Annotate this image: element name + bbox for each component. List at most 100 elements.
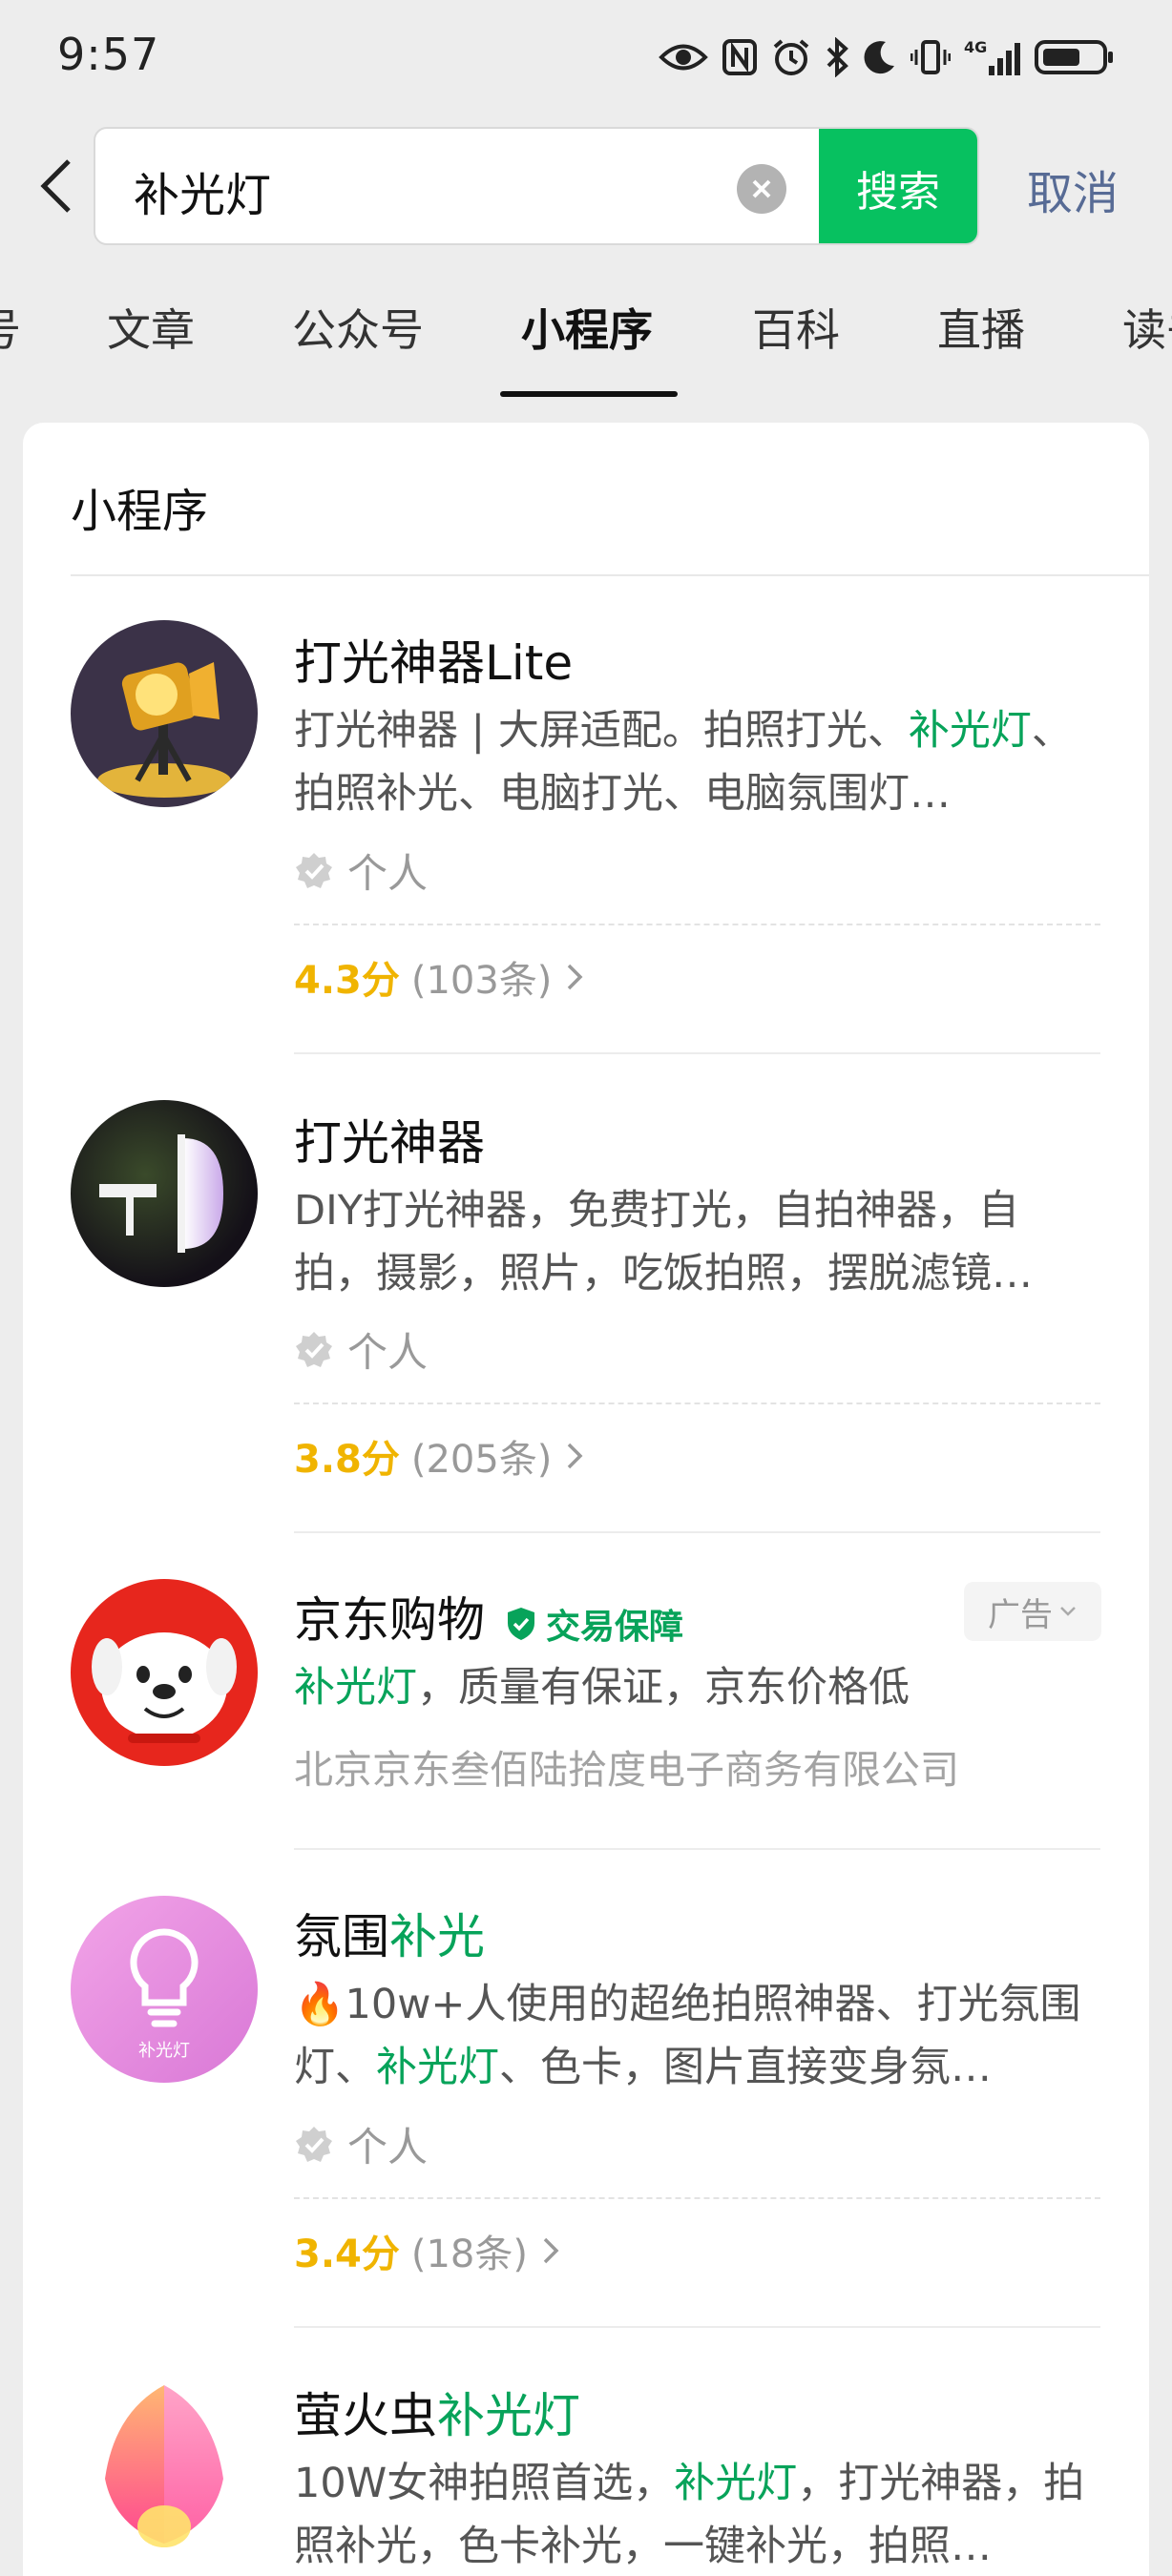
app-name-highlight: 补光 xyxy=(389,1909,485,1964)
svg-text:4G: 4G xyxy=(964,38,987,56)
cancel-button[interactable]: 取消 xyxy=(1027,156,1119,222)
status-bar: 9:57 4G xyxy=(0,0,1172,114)
battery-icon xyxy=(1035,40,1113,74)
signal-4g-icon: 4G xyxy=(964,38,1020,75)
owner-info: 个人 xyxy=(294,841,428,900)
firefly-logo-icon xyxy=(105,2385,223,2547)
app-name[interactable]: 打光神器 xyxy=(294,1105,485,1174)
description-highlight: 补光灯 xyxy=(376,2044,499,2091)
divider xyxy=(294,1052,1100,1054)
description-highlight: 补光灯 xyxy=(674,2460,798,2507)
app-avatar: 补光灯 xyxy=(71,1896,258,2083)
bluetooth-icon xyxy=(827,37,848,77)
owner-type: 个人 xyxy=(347,850,429,897)
owner-info: 个人 xyxy=(294,1320,428,1379)
active-tab-indicator xyxy=(500,391,678,397)
rating[interactable]: 3.8分 (205条) xyxy=(294,1428,588,1484)
rating-score: 3.4分 xyxy=(294,2233,400,2276)
description-text: 、色卡，图片直接变身氛… xyxy=(499,2044,992,2091)
app-name: 京东购物 交易保障 xyxy=(294,1582,683,1651)
tab-mini-programs[interactable]: 小程序 xyxy=(521,296,653,359)
divider xyxy=(294,2326,1100,2328)
close-icon xyxy=(752,179,771,198)
tab-articles[interactable]: 文章 xyxy=(107,296,195,359)
search-button[interactable]: 搜索 xyxy=(819,129,977,243)
eye-icon xyxy=(659,44,708,71)
back-button[interactable] xyxy=(38,157,86,215)
divider xyxy=(71,574,1149,576)
dashed-divider xyxy=(294,924,1100,925)
rating-score: 4.3分 xyxy=(294,959,400,1003)
vibrate-icon xyxy=(910,40,951,74)
app-name-text: 氛围 xyxy=(294,1909,389,1964)
shield-check-icon xyxy=(508,1607,534,1640)
chevron-left-icon xyxy=(40,159,71,213)
light-panel-logo-icon xyxy=(99,1134,223,1253)
app-name-text[interactable]: 京东购物 xyxy=(294,1592,485,1648)
search-query[interactable]: 补光灯 xyxy=(134,157,271,224)
status-time: 9:57 xyxy=(57,29,160,80)
app-description: 补光灯，质量有保证，京东价格低 xyxy=(294,1656,1086,1719)
spotlight-logo-icon xyxy=(97,662,231,798)
tab-account[interactable]: 号 xyxy=(0,296,21,359)
tab-live[interactable]: 直播 xyxy=(937,296,1025,359)
app-avatar xyxy=(71,1579,258,1766)
app-name[interactable]: 氛围补光 xyxy=(294,1899,485,1967)
category-tabs: 号 文章 公众号 小程序 百科 直播 读书 xyxy=(0,286,1172,401)
divider xyxy=(294,1848,1100,1850)
company-name: 北京京东叁佰陆拾度电子商务有限公司 xyxy=(294,1747,959,1793)
tab-encyclopedia[interactable]: 百科 xyxy=(752,296,840,359)
chevron-right-icon xyxy=(568,1443,583,1469)
nfc-icon xyxy=(722,39,757,75)
tab-official-accounts[interactable]: 公众号 xyxy=(292,296,424,359)
app-avatar xyxy=(71,1100,258,1287)
description-highlight: 补光灯 xyxy=(908,707,1032,755)
tab-reading[interactable]: 读书 xyxy=(1122,296,1172,359)
badge-text: 交易保障 xyxy=(546,1607,684,1647)
description-text: 打光神器 | 大屏适配。拍照打光、 xyxy=(294,707,909,755)
jd-dog-logo-icon xyxy=(92,1632,237,1743)
app-name-text: 萤火虫 xyxy=(294,2388,437,2443)
app-name[interactable]: 萤火虫补光灯 xyxy=(294,2378,580,2446)
chevron-right-icon xyxy=(568,964,583,990)
app-name-highlight: 补光灯 xyxy=(437,2388,580,2443)
app-name[interactable]: 打光神器Lite xyxy=(294,625,573,694)
description-text: 10W女神拍照首选， xyxy=(294,2460,675,2507)
verified-badge-icon xyxy=(296,852,332,888)
dashed-divider xyxy=(294,1402,1100,1404)
description-text: ，质量有保证，京东价格低 xyxy=(417,1664,910,1712)
owner-info: 个人 xyxy=(294,2115,428,2173)
owner-type: 个人 xyxy=(347,1329,429,1376)
rating-count: (205条) xyxy=(410,1438,553,1482)
clear-search-button[interactable] xyxy=(737,164,786,214)
trade-guarantee-badge: 交易保障 xyxy=(504,1599,683,1649)
app-description: 10W女神拍照首选，补光灯，打光神器，拍照补光，色卡补光，一键补光，拍照… xyxy=(294,2452,1086,2576)
bulb-logo-icon: 补光灯 xyxy=(130,1928,199,2061)
alarm-icon xyxy=(773,39,809,75)
ad-label: 广告 xyxy=(988,1595,1053,1634)
description-highlight: 补光灯 xyxy=(294,1664,417,1712)
section-title: 小程序 xyxy=(71,485,209,538)
chevron-down-icon xyxy=(1060,1607,1076,1616)
app-description: 打光神器 | 大屏适配。拍照打光、补光灯、拍照补光、电脑打光、电脑氛围灯… xyxy=(294,699,1086,825)
rating-count: (103条) xyxy=(410,959,553,1003)
app-description: 🔥10w+人使用的超绝拍照神器、打光氛围灯、补光灯、色卡，图片直接变身氛… xyxy=(294,1973,1086,2099)
app-description: DIY打光神器，免费打光，自拍神器，自拍，摄影，照片，吃饭拍照，摆脱滤镜… xyxy=(294,1187,1033,1298)
chevron-right-icon xyxy=(543,2237,559,2264)
ad-label-button[interactable]: 广告 xyxy=(964,1582,1101,1641)
divider xyxy=(294,1531,1100,1533)
app-avatar xyxy=(71,2374,258,2561)
avatar-text: 补光灯 xyxy=(138,2041,190,2061)
verified-badge-icon xyxy=(296,1331,332,1367)
search-input[interactable]: 补光灯 搜索 xyxy=(94,127,979,245)
rating[interactable]: 4.3分 (103条) xyxy=(294,949,588,1005)
rating-count: (18条) xyxy=(410,2233,528,2276)
dashed-divider xyxy=(294,2197,1100,2199)
owner-type: 个人 xyxy=(347,2124,429,2171)
status-icons: 4G xyxy=(659,32,1115,82)
rating-score: 3.8分 xyxy=(294,1438,400,1482)
moon-icon xyxy=(864,41,894,74)
app-avatar xyxy=(71,620,258,807)
rating[interactable]: 3.4分 (18条) xyxy=(294,2223,564,2278)
verified-badge-icon xyxy=(296,2126,332,2162)
